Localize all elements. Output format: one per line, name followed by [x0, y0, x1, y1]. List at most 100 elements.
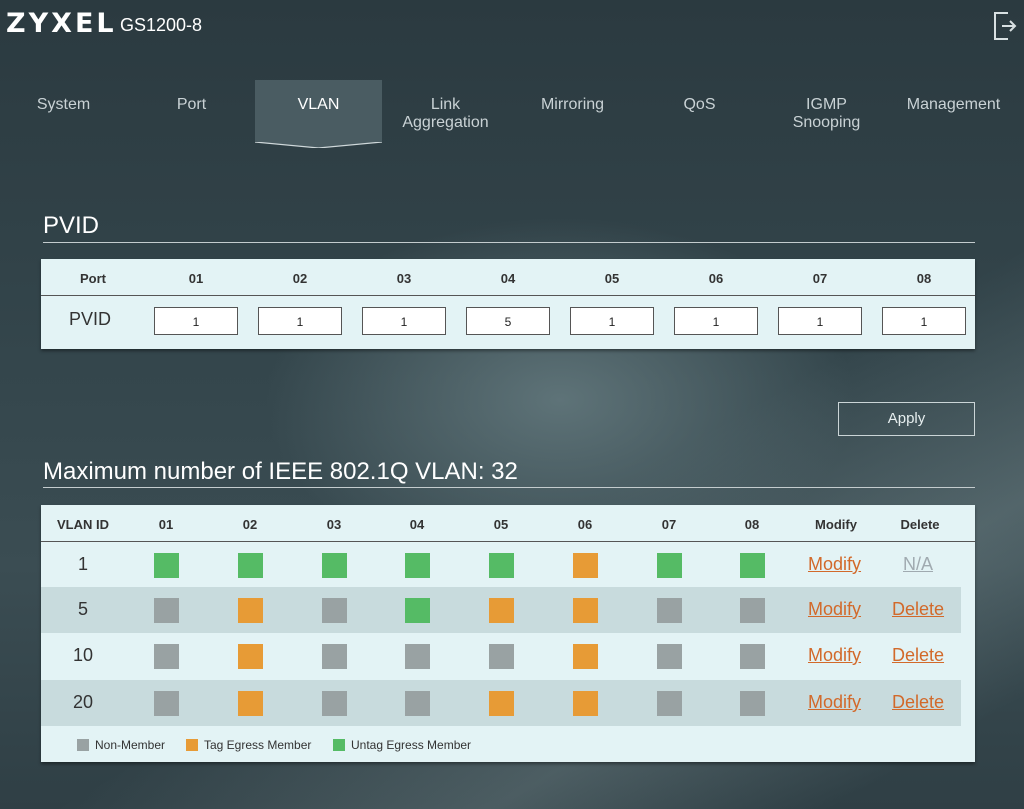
vlan-row: 5 Modify Delete: [41, 587, 961, 633]
membership-cell-port-03: [322, 598, 347, 623]
pvid-header-port-01: 01: [188, 271, 204, 286]
modify-link[interactable]: Modify: [808, 554, 861, 575]
membership-cell-port-07: [657, 553, 682, 578]
vlan-id-cell: 5: [77, 599, 88, 619]
model-name: GS1200-8: [120, 15, 203, 35]
legend-swatch-tag-egress: [186, 739, 198, 751]
pvid-input-port-07[interactable]: 1: [778, 307, 862, 335]
delete-link[interactable]: Delete: [892, 692, 944, 713]
legend-label-non-member: Non-Member: [95, 738, 166, 752]
membership-cell-port-05: [489, 598, 514, 623]
legend-label-untag-egress: Untag Egress Member: [351, 738, 472, 752]
vlan-header-modify: Modify: [815, 517, 857, 532]
pvid-input-port-04[interactable]: 5: [466, 307, 550, 335]
pvid-header-row: Port 01 02 03 04 05 06 07 08: [41, 259, 975, 296]
vlan-header-port-03: 03: [326, 517, 342, 532]
pvid-header-port-03: 03: [396, 271, 412, 286]
pvid-row-label: PVID: [69, 309, 112, 329]
nav-tab-igmp-snooping[interactable]: IGMP Snooping: [763, 80, 890, 142]
membership-cell-port-02: [238, 553, 263, 578]
membership-cell-port-03: [322, 553, 347, 578]
nav-tab-system[interactable]: System: [0, 80, 127, 142]
legend-item-tag-egress: Tag Egress Member: [186, 738, 311, 752]
membership-cell-port-02: [238, 691, 263, 716]
legend-swatch-non-member: [77, 739, 89, 751]
vlan-section-title: Maximum number of IEEE 802.1Q VLAN: 32: [43, 458, 518, 485]
vlan-header-port-02: 02: [242, 517, 258, 532]
membership-cell-port-01: [154, 553, 179, 578]
membership-cell-port-08: [740, 691, 765, 716]
pvid-header-port-07: 07: [812, 271, 828, 286]
delete-link-disabled: N/A: [903, 554, 934, 574]
nav-tab-link-aggregation[interactable]: Link Aggregation: [382, 80, 509, 142]
pvid-input-port-06[interactable]: 1: [674, 307, 758, 335]
modify-link[interactable]: Modify: [808, 692, 861, 713]
vlan-header-port-08: 08: [744, 517, 760, 532]
vlan-row: 20 Modify Delete: [41, 680, 961, 726]
pvid-header-port-05: 05: [604, 271, 620, 286]
pvid-header-port-08: 08: [916, 271, 932, 286]
pvid-table: Port 01 02 03 04 05 06 07 08 PVID 1 1 1 …: [41, 259, 975, 349]
membership-cell-port-05: [489, 644, 514, 669]
vlan-header-port-04: 04: [409, 517, 425, 532]
membership-cell-port-01: [154, 691, 179, 716]
active-tab-indicator: [255, 142, 382, 148]
legend-swatch-untag-egress: [333, 739, 345, 751]
pvid-input-port-03[interactable]: 1: [362, 307, 446, 335]
delete-link[interactable]: Delete: [892, 645, 944, 666]
pvid-header-port-02: 02: [292, 271, 308, 286]
vlan-row: 10 Modify Delete: [41, 633, 961, 679]
pvid-header-port: Port: [80, 271, 106, 286]
vlan-id-cell: 1: [77, 554, 88, 574]
vlan-row: 1 Modify N/A: [41, 542, 961, 588]
membership-cell-port-05: [489, 691, 514, 716]
membership-cell-port-06: [573, 598, 598, 623]
vlan-header-port-06: 06: [577, 517, 593, 532]
membership-cell-port-04: [405, 691, 430, 716]
membership-cell-port-04: [405, 598, 430, 623]
pvid-divider: [43, 242, 975, 243]
delete-link[interactable]: Delete: [892, 599, 944, 620]
apply-button[interactable]: Apply: [838, 402, 975, 436]
vlan-divider: [43, 487, 975, 488]
nav-tab-qos[interactable]: QoS: [636, 80, 763, 142]
pvid-input-port-01[interactable]: 1: [154, 307, 238, 335]
membership-cell-port-06: [573, 553, 598, 578]
pvid-header-port-04: 04: [500, 271, 516, 286]
membership-cell-port-03: [322, 644, 347, 669]
nav-tab-vlan[interactable]: VLAN: [255, 80, 382, 142]
brand-logo: ZYXEL: [6, 8, 117, 39]
membership-cell-port-01: [154, 598, 179, 623]
vlan-header-port-05: 05: [493, 517, 509, 532]
membership-cell-port-01: [154, 644, 179, 669]
membership-cell-port-08: [740, 598, 765, 623]
pvid-input-port-02[interactable]: 1: [258, 307, 342, 335]
vlan-header-port-07: 07: [661, 517, 677, 532]
membership-cell-port-03: [322, 691, 347, 716]
membership-cell-port-07: [657, 644, 682, 669]
vlan-table: VLAN ID 01 02 03 04 05 06 07 08 Modify D…: [41, 505, 975, 762]
main-nav: System Port VLAN Link Aggregation Mirror…: [0, 80, 1024, 142]
membership-cell-port-05: [489, 553, 514, 578]
pvid-input-port-05[interactable]: 1: [570, 307, 654, 335]
vlan-header-id: VLAN ID: [57, 517, 109, 532]
modify-link[interactable]: Modify: [808, 599, 861, 620]
legend-label-tag-egress: Tag Egress Member: [204, 738, 312, 752]
membership-cell-port-06: [573, 691, 598, 716]
membership-cell-port-04: [405, 644, 430, 669]
legend-item-non-member: Non-Member: [77, 738, 165, 752]
membership-cell-port-08: [740, 644, 765, 669]
pvid-section-title: PVID: [43, 212, 100, 239]
modify-link[interactable]: Modify: [808, 645, 861, 666]
membership-cell-port-08: [740, 553, 765, 578]
nav-tab-port[interactable]: Port: [128, 80, 255, 142]
membership-cell-port-07: [657, 691, 682, 716]
logout-icon[interactable]: [992, 10, 1018, 42]
vlan-id-cell: 10: [72, 645, 94, 665]
pvid-input-port-08[interactable]: 1: [882, 307, 966, 335]
vlan-id-cell: 20: [72, 692, 94, 712]
membership-cell-port-02: [238, 644, 263, 669]
nav-tab-mirroring[interactable]: Mirroring: [509, 80, 636, 142]
top-bar: ZYXEL GS1200-8: [0, 0, 1024, 78]
nav-tab-management[interactable]: Management: [890, 80, 1017, 142]
